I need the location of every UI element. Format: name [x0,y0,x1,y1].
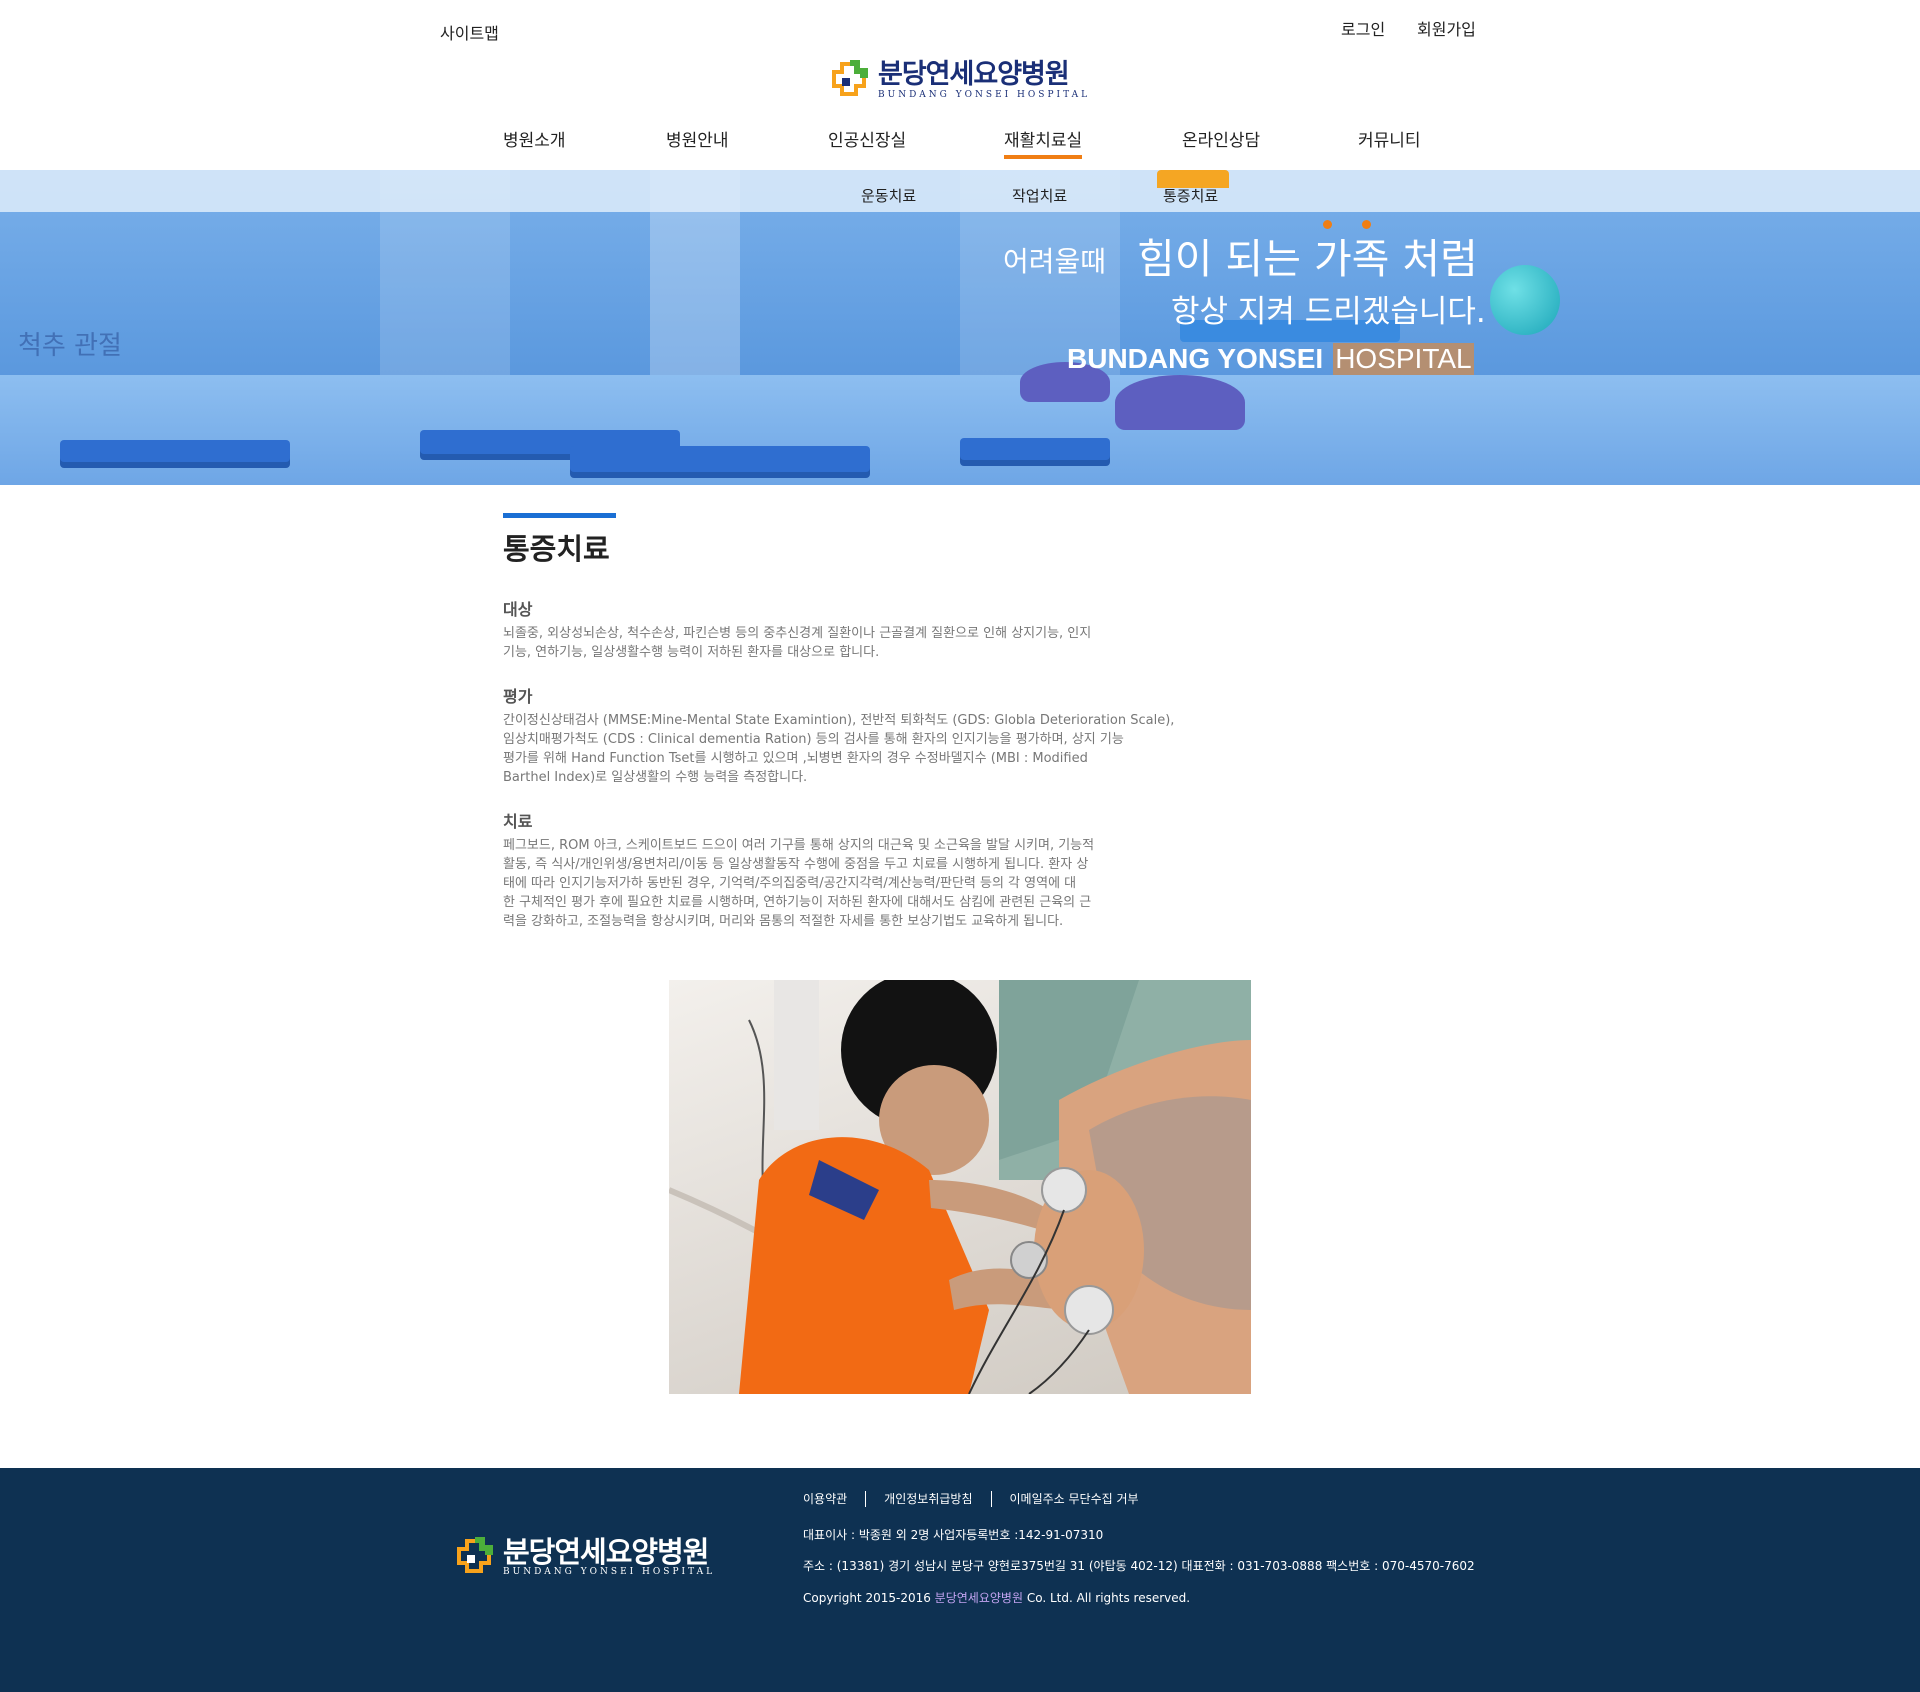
footer-logo-korean-text: 분당연세요양병원 [503,1534,709,1569]
subnav-active-indicator [1157,170,1229,188]
section-heading-treatment: 치료 [503,812,533,831]
hero-slogan-large: 힘이 되는 가족 처럼 [1137,235,1478,283]
treatment-photo [669,980,1251,1394]
cross-logo-icon [453,1535,497,1579]
footer-divider [990,1490,992,1507]
hospital-logo[interactable]: 분당연세요양병원 BUNDANG YONSEI HOSPITAL [828,58,1090,102]
nav-item-consult[interactable]: 온라인상담 [1182,126,1260,151]
logo-korean-text: 분당연세요양병원 [878,58,1070,90]
sub-nav: 운동치료 작업치료 통증치료 [0,170,1920,212]
hero-english-bold: BUNDANG YONSEI [1067,342,1324,374]
wall-sign-text: 척추 관절 [18,331,122,361]
login-link[interactable]: 로그인 [1341,16,1385,40]
accent-dot [1323,220,1332,229]
footer-divider [865,1490,867,1507]
page: 사이트맵 로그인 회원가입 분당연세요양병원 BUNDANG YONSEI HO… [0,0,1920,1692]
footer-address: 주소 : (13381) 경기 성남시 분당구 양현로375번길 31 (야탑동… [803,1559,1475,1573]
main-nav: 병원소개 병원안내 인공신장실 재활치료실 온라인상담 커뮤니티 [0,126,1920,159]
page-title: 통증치료 [503,532,610,566]
hero-english-light: HOSPITAL [1333,342,1474,375]
nav-item-about[interactable]: 병원소개 [503,126,566,151]
footer-logo-english-text: BUNDANG YONSEI HOSPITAL [503,1566,716,1577]
section-heading-evaluation: 평가 [503,687,533,706]
hero-slogan-small: 어려울때 [1003,245,1107,278]
nav-item-guide[interactable]: 병원안내 [666,126,729,151]
hero-banner: 척추 관절 [0,170,1920,485]
nav-item-dialysis[interactable]: 인공신장실 [828,126,906,151]
accent-dot [1362,220,1371,229]
hero-english-name: BUNDANG YONSEI HOSPITAL [1067,342,1474,375]
join-link[interactable]: 회원가입 [1417,16,1476,40]
logo-english-text: BUNDANG YONSEI HOSPITAL [878,89,1091,100]
nav-item-community[interactable]: 커뮤니티 [1358,126,1421,151]
subnav-item-pain[interactable]: 통증치료 [1163,185,1218,206]
terms-link[interactable]: 이용약관 [803,1490,847,1507]
footer-copyright-name: 분당연세요양병원 [934,1591,1023,1605]
nav-item-rehab[interactable]: 재활치료실 [1004,126,1083,159]
sitemap-link[interactable]: 사이트맵 [440,20,499,44]
section-heading-target: 대상 [503,600,533,619]
subnav-item-exercise[interactable]: 운동치료 [861,185,916,206]
section-text-evaluation: 간이정신상태검사 (MMSE:Mine-Mental State Examint… [503,713,1175,785]
section-text-target: 뇌졸중, 외상성뇌손상, 척수손상, 파킨슨병 등의 중추신경계 질환이나 근골… [503,626,1092,660]
footer-copyright: Copyright 2015-2016 분당연세요양병원 Co. Ltd. Al… [803,1591,1191,1605]
hero-slogan-line2: 항상 지켜 드리겠습니다. [1171,294,1486,330]
footer-representative: 대표이사 : 박종원 외 2명 사업자등록번호 :142-91-07310 [803,1528,1104,1542]
subnav-item-occupational[interactable]: 작업치료 [1012,185,1067,206]
footer-links: 이용약관 개인정보취급방침 이메일주소 무단수집 거부 [803,1490,1139,1507]
privacy-link[interactable]: 개인정보취급방침 [884,1490,972,1507]
footer-logo[interactable]: 분당연세요양병원 BUNDANG YONSEI HOSPITAL [453,1535,715,1579]
section-text-treatment: 페그보드, ROM 아크, 스케이트보드 드으이 여러 기구를 통해 상지의 대… [503,838,1095,929]
email-refusal-link[interactable]: 이메일주소 무단수집 거부 [1010,1490,1139,1507]
cross-logo-icon [828,58,872,102]
title-accent-bar [503,513,616,518]
